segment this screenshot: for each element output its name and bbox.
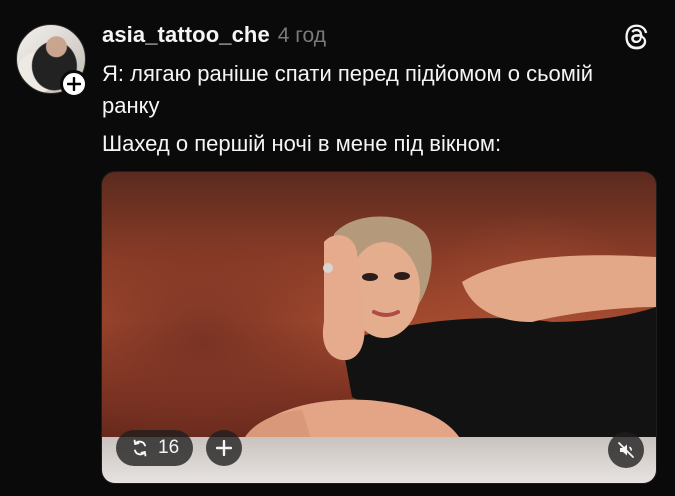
mute-toggle-button[interactable]	[608, 432, 644, 468]
post-header: asia_tattoo_che 4 год	[102, 22, 326, 50]
thread-post: asia_tattoo_che 4 год Я: лягаю раніше сп…	[0, 0, 675, 496]
threads-logo-icon[interactable]	[623, 22, 649, 50]
avatar-container[interactable]	[16, 24, 88, 98]
repost-button[interactable]: 16	[116, 430, 194, 466]
post-text-line-2: Шахед о першій ночі в мене під вікном:	[102, 131, 502, 156]
follow-plus-icon[interactable]	[60, 70, 88, 98]
plus-icon	[216, 440, 232, 456]
speaker-muted-icon	[618, 442, 634, 458]
username[interactable]: asia_tattoo_che	[102, 22, 270, 48]
repost-icon	[133, 439, 147, 457]
post-text: Я: лягаю раніше спати перед підйомом о с…	[102, 58, 654, 160]
timestamp: 4 год	[277, 24, 326, 47]
post-text-line-1: Я: лягаю раніше спати перед підйомом о с…	[102, 61, 594, 118]
add-button[interactable]	[206, 430, 242, 466]
repost-count: 16	[158, 437, 180, 458]
video-player[interactable]: 16	[101, 171, 657, 484]
